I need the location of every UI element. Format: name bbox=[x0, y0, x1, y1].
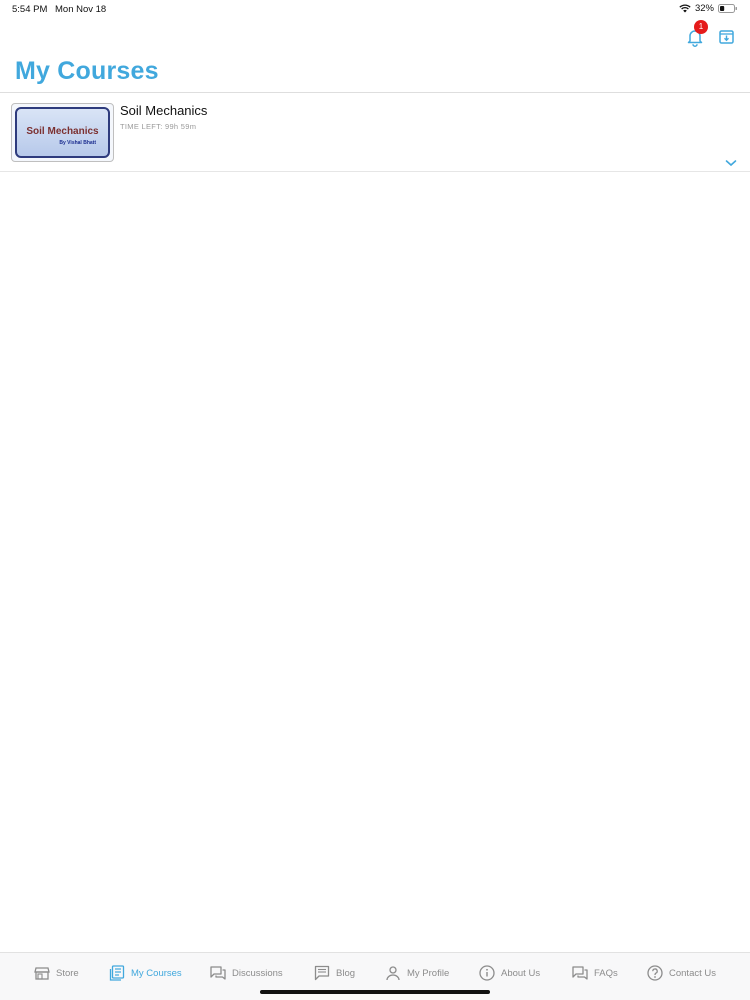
tab-label: FAQs bbox=[594, 967, 618, 979]
thumbnail-title: Soil Mechanics bbox=[26, 126, 99, 137]
tab-blog[interactable]: Blog bbox=[314, 963, 355, 983]
tab-label: Store bbox=[56, 967, 79, 979]
course-thumbnail: Soil Mechanics By Vishal Bhatt bbox=[11, 103, 114, 162]
tab-discussions[interactable]: Discussions bbox=[210, 963, 283, 983]
faqs-icon bbox=[572, 965, 588, 981]
course-list-item[interactable]: Soil Mechanics By Vishal Bhatt Soil Mech… bbox=[0, 93, 750, 172]
course-time-left: TIME LEFT: 99h 59m bbox=[120, 122, 197, 131]
tab-label: My Profile bbox=[407, 967, 450, 979]
notifications-button[interactable]: 1 bbox=[684, 20, 708, 48]
status-indicators: 32% bbox=[679, 3, 738, 14]
home-indicator[interactable] bbox=[260, 990, 490, 994]
course-title: Soil Mechanics bbox=[120, 103, 208, 118]
status-bar: 5:54 PM Mon Nov 18 32% bbox=[0, 0, 750, 18]
bell-icon bbox=[684, 30, 706, 52]
tab-about-us[interactable]: About Us bbox=[479, 963, 540, 983]
tab-label: Discussions bbox=[232, 967, 283, 979]
tab-label: Blog bbox=[336, 967, 356, 979]
thumbnail-author: By Vishal Bhatt bbox=[59, 140, 96, 146]
tab-label: My Courses bbox=[131, 967, 182, 979]
tab-faqs[interactable]: FAQs bbox=[572, 963, 618, 983]
expand-button[interactable] bbox=[724, 155, 738, 167]
notification-badge: 1 bbox=[694, 20, 708, 34]
tab-contact-us[interactable]: Contact Us bbox=[647, 963, 716, 983]
tab-label: Contact Us bbox=[669, 967, 716, 979]
blog-icon bbox=[314, 965, 330, 981]
battery-icon bbox=[718, 4, 738, 13]
tab-label: About Us bbox=[501, 967, 541, 979]
tab-my-courses[interactable]: My Courses bbox=[109, 963, 182, 983]
courses-icon bbox=[109, 965, 125, 981]
page-title: My Courses bbox=[15, 57, 159, 85]
chevron-down-icon bbox=[724, 155, 738, 172]
status-time: 5:54 PM bbox=[12, 4, 48, 15]
help-icon bbox=[647, 965, 663, 981]
tab-my-profile[interactable]: My Profile bbox=[385, 963, 449, 983]
discussions-icon bbox=[210, 965, 226, 981]
store-icon bbox=[34, 965, 50, 981]
tab-store[interactable]: Store bbox=[34, 963, 79, 983]
profile-icon bbox=[385, 965, 401, 981]
info-icon bbox=[479, 965, 495, 981]
download-icon bbox=[716, 30, 738, 52]
wifi-icon bbox=[679, 4, 691, 13]
status-date: Mon Nov 18 bbox=[55, 4, 107, 15]
battery-percent: 32% bbox=[694, 3, 714, 14]
downloads-button[interactable] bbox=[716, 26, 738, 48]
